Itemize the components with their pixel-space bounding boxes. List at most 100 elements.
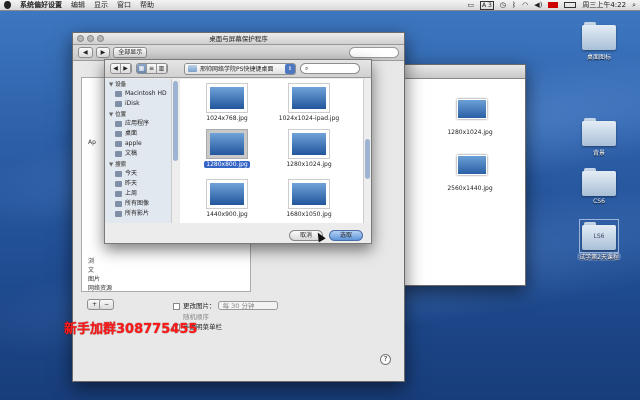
sheet-footer: 取消 选取 xyxy=(105,225,373,245)
apple-menu-icon[interactable] xyxy=(4,1,11,9)
desktop-folder-label: CS6 xyxy=(593,198,605,205)
image-thumbnail xyxy=(206,129,248,159)
battery-icon[interactable] xyxy=(564,2,577,8)
file-name: 1280x1024.jpg xyxy=(447,129,493,136)
menu-help[interactable]: 帮助 xyxy=(140,0,154,10)
wifi-icon[interactable]: ◠ xyxy=(522,1,528,9)
sidebar-item-today[interactable]: 今天 xyxy=(105,169,178,179)
desktop-folder-course[interactable]: LS6 试学第2天课程 xyxy=(564,219,634,261)
sidebar-item-idisk[interactable]: iDisk xyxy=(105,99,178,109)
list-view-icon[interactable]: ≡ xyxy=(147,64,157,73)
desktop-folder-background[interactable]: 背景 xyxy=(564,118,634,157)
desktop-folder-icons[interactable]: 桌面图标 xyxy=(564,22,634,61)
dropbox-icon[interactable]: ▭ xyxy=(467,1,474,9)
sidebar-item-applications[interactable]: 应用程序 xyxy=(105,119,178,129)
folder-icon xyxy=(582,118,616,146)
image-thumbnail xyxy=(288,83,330,113)
column-view-icon[interactable]: ▥ xyxy=(157,64,167,73)
sidebar-item-last-week[interactable]: 上周 xyxy=(105,189,178,199)
search-input[interactable] xyxy=(349,47,399,58)
file-name: 2560x1440.jpg xyxy=(447,185,493,192)
file-thumbnail[interactable] xyxy=(457,155,487,175)
sidebar-item-label: 上周 xyxy=(125,190,138,197)
interval-select[interactable]: 每 30 分钟 xyxy=(217,301,278,310)
folder-icon xyxy=(582,22,616,50)
sidebar-item-label: 昨天 xyxy=(125,180,138,187)
source-list-item[interactable]: 网络资源 xyxy=(82,284,250,293)
sidebar-item-all-images[interactable]: 所有图像 xyxy=(105,199,178,209)
search-field[interactable]: ⌕ xyxy=(300,63,360,74)
devices-header[interactable]: ▼ 设备 xyxy=(105,79,178,89)
clock[interactable]: 周三上午4:22 xyxy=(582,0,626,10)
choose-button[interactable]: 选取 xyxy=(328,229,363,241)
idisk-icon xyxy=(115,101,122,107)
disk-icon xyxy=(115,91,122,97)
change-picture-label: 更改图片： xyxy=(183,302,216,310)
finder-window: 1280x1024.jpg 2560x1440.jpg xyxy=(398,64,526,286)
file-name: 1280x800.jpg xyxy=(204,161,250,168)
source-list-item[interactable]: 图片 xyxy=(82,275,250,284)
file-item[interactable]: 1680x1050.jpg xyxy=(272,179,346,218)
bluetooth-icon[interactable]: ᛒ xyxy=(512,1,516,9)
menu-window[interactable]: 窗口 xyxy=(117,0,131,10)
forward-button[interactable]: ▶ xyxy=(95,47,111,58)
close-icon[interactable] xyxy=(77,35,84,42)
file-item[interactable]: 1440x900.jpg xyxy=(190,179,264,218)
image-thumbnail xyxy=(206,83,248,113)
sidebar-item-label: 文稿 xyxy=(125,150,138,157)
remove-button[interactable]: − xyxy=(99,299,115,310)
image-thumbnail xyxy=(288,179,330,209)
sidebar-item-home[interactable]: apple xyxy=(105,139,178,149)
sidebar-item-documents[interactable]: 文稿 xyxy=(105,149,178,159)
places-header[interactable]: ▼ 位置 xyxy=(105,109,178,119)
prefs-bottom-controls: + − 更改图片： 每 30 分钟 随机顺序 ✓ 半透明菜单栏 ? xyxy=(73,295,406,383)
sidebar-item-desktop[interactable]: 桌面 xyxy=(105,129,178,139)
file-name: 1280x1024.jpg xyxy=(286,161,332,168)
home-icon xyxy=(115,141,122,147)
sidebar-item-yesterday[interactable]: 昨天 xyxy=(105,179,178,189)
menu-edit[interactable]: 编辑 xyxy=(71,0,85,10)
sidebar-item-label: 应用程序 xyxy=(125,120,150,127)
back-button[interactable]: ◀ xyxy=(78,47,93,58)
source-list-item[interactable]: 浏 xyxy=(82,257,250,266)
minimize-icon[interactable] xyxy=(87,35,94,42)
file-chooser-sheet: ◀ ▶ ▦ ≡ ▥ 邢帅网络学院PS快捷键桌面 ⇕ ⌕ ▼ 设备 Macintosh … xyxy=(104,59,372,244)
desktop-folder-cs6[interactable]: CS6 xyxy=(564,168,634,205)
applications-icon xyxy=(115,121,122,127)
path-popup[interactable]: 邢帅网络学院PS快捷键桌面 ⇕ xyxy=(184,62,296,75)
menu-app-name[interactable]: 系统偏好设置 xyxy=(20,0,62,10)
window-controls xyxy=(77,35,104,42)
window-title: 桌面与屏幕保护程序 xyxy=(209,35,268,43)
flag-icon[interactable] xyxy=(548,2,559,8)
file-item[interactable]: 1024x1024-ipad.jpg xyxy=(272,83,346,122)
icon-view-icon[interactable]: ▦ xyxy=(137,64,147,73)
documents-icon xyxy=(115,151,122,157)
change-picture-checkbox[interactable] xyxy=(173,302,180,310)
input-method-badge[interactable]: A 3 xyxy=(479,0,494,10)
files-scrollbar[interactable] xyxy=(363,79,371,223)
help-button[interactable]: ? xyxy=(380,354,391,365)
sidebar-item-macintosh-hd[interactable]: Macintosh HD xyxy=(105,89,178,99)
sidebar-scrollbar[interactable] xyxy=(171,79,179,223)
file-item[interactable]: 1024x768.jpg xyxy=(190,83,264,122)
window-title-bar: 桌面与屏幕保护程序 xyxy=(73,33,404,45)
clock-icon xyxy=(115,181,122,187)
view-mode-control[interactable]: ▦ ≡ ▥ xyxy=(136,63,168,74)
file-name: 1024x1024-ipad.jpg xyxy=(278,115,340,122)
show-all-button[interactable]: 全部显示 xyxy=(113,47,148,58)
file-grid: 1024x768.jpg 1024x1024-ipad.jpg 1280x800… xyxy=(180,79,363,223)
sidebar-item-all-movies[interactable]: 所有影片 xyxy=(105,209,178,219)
volume-icon[interactable]: ◀) xyxy=(534,1,542,9)
spotlight-icon[interactable]: ⌕ xyxy=(632,1,636,10)
file-item-selected[interactable]: 1280x800.jpg xyxy=(190,129,264,168)
timemachine-icon[interactable]: ◷ xyxy=(500,1,506,9)
source-list-item[interactable]: 文 xyxy=(82,266,250,275)
sidebar-item-label: 桌面 xyxy=(125,130,138,137)
search-header[interactable]: ▼ 搜索 xyxy=(105,159,178,169)
file-item[interactable]: 1280x1024.jpg xyxy=(272,129,346,168)
menu-view[interactable]: 显示 xyxy=(94,0,108,10)
folder-icon xyxy=(582,168,616,196)
file-thumbnail[interactable] xyxy=(457,99,487,119)
back-forward-control[interactable]: ◀ ▶ xyxy=(110,63,132,74)
zoom-icon[interactable] xyxy=(97,35,104,42)
